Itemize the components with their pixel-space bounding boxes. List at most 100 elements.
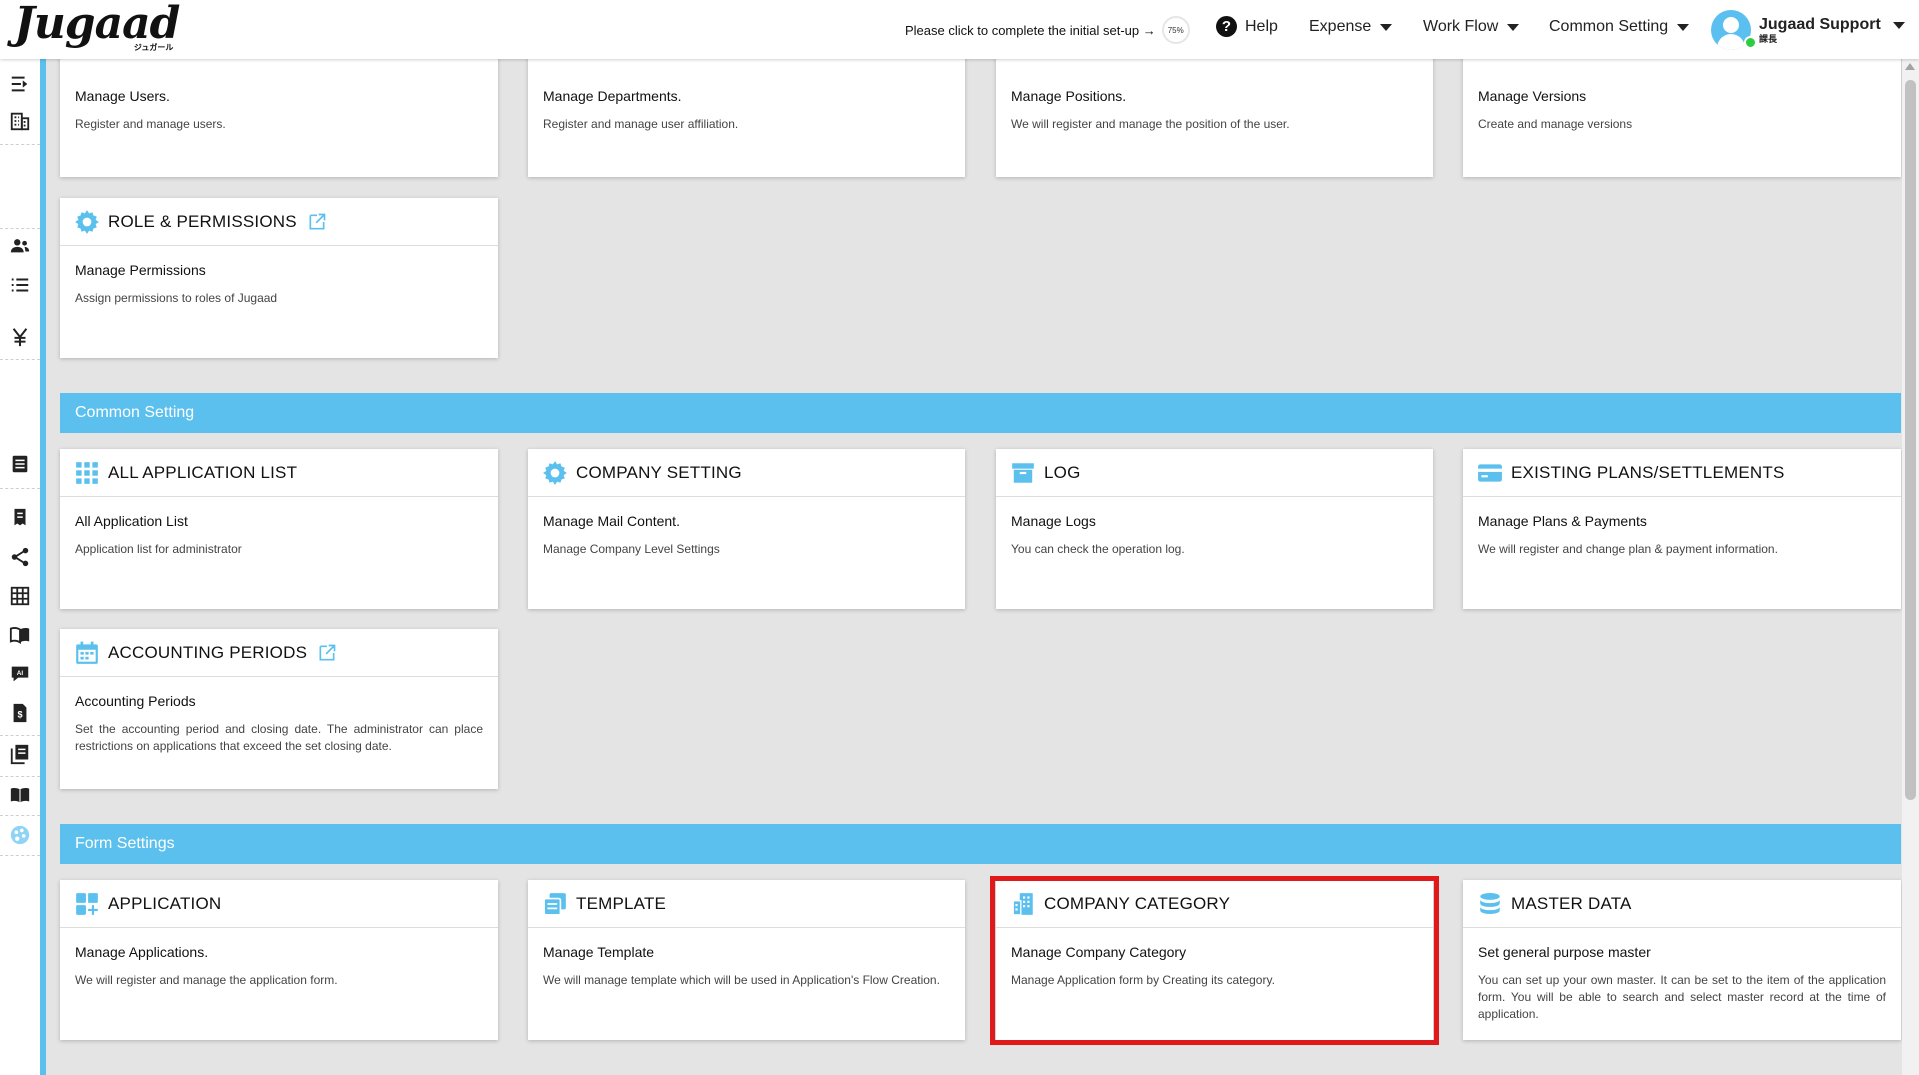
grid-icon: [74, 460, 100, 486]
scrollbar-thumb[interactable]: [1905, 80, 1916, 800]
user-name: Jugaad Support: [1759, 15, 1881, 33]
setup-progress: 75%: [1161, 16, 1190, 44]
card-description: Application list for administrator: [75, 542, 242, 556]
invoice-icon[interactable]: $: [0, 698, 40, 728]
initial-setup-link[interactable]: Please click to complete the initial set…: [905, 16, 1190, 44]
archive-icon: [1010, 460, 1036, 486]
card-description: Register and manage users.: [75, 117, 226, 131]
top-bar: Jugaad ジュガール Please click to complete th…: [0, 0, 1919, 59]
card-description: Set the accounting period and closing da…: [75, 722, 483, 753]
book-icon[interactable]: [0, 620, 40, 650]
card-title: APPLICATION: [108, 893, 222, 913]
card-description: Create and manage versions: [1478, 117, 1633, 131]
application-card[interactable]: APPLICATION Manage Applications. We will…: [60, 880, 498, 1040]
template-card[interactable]: TEMPLATE Manage Template We will manage …: [528, 880, 965, 1040]
gear-icon: [542, 460, 568, 486]
card-description: We will manage template which will be us…: [543, 973, 940, 987]
common-setting-menu[interactable]: Common Setting: [1549, 18, 1690, 36]
card-description: Register and manage user affiliation.: [543, 117, 739, 131]
common-setting-section-header: Common Setting: [60, 393, 1901, 433]
card-subtitle: Manage Company Category: [1011, 944, 1187, 960]
credit-card-icon: [1477, 460, 1503, 486]
list-icon[interactable]: [0, 270, 40, 300]
card-title: ALL APPLICATION LIST: [108, 462, 298, 482]
user-menu[interactable]: Jugaad Support 課長: [1711, 10, 1905, 50]
palette-icon[interactable]: [0, 820, 40, 850]
logo[interactable]: Jugaad ジュガール: [14, 0, 180, 53]
card-description: Manage Application form by Creating its …: [1011, 973, 1275, 987]
table-icon[interactable]: [0, 581, 40, 611]
card-description: Manage Company Level Settings: [543, 542, 720, 556]
card-description: You can check the operation log.: [1011, 542, 1185, 556]
card-subtitle: Accounting Periods: [75, 693, 196, 709]
expense-menu[interactable]: Expense: [1309, 18, 1393, 36]
manual-icon[interactable]: [0, 780, 40, 810]
company-category-card[interactable]: COMPANY CATEGORY Manage Company Category…: [996, 880, 1433, 1040]
card-title: COMPANY SETTING: [576, 462, 742, 482]
expense-menu-label: Expense: [1309, 18, 1372, 35]
card-subtitle: Manage Users.: [75, 88, 170, 104]
database-icon: [1477, 891, 1503, 917]
help-label: Help: [1245, 17, 1278, 35]
receipt-icon[interactable]: [0, 503, 40, 533]
accounting-periods-card[interactable]: ACCOUNTING PERIODS Accounting Periods Se…: [60, 629, 498, 789]
manage-departments-card[interactable]: Manage Departments. Register and manage …: [528, 52, 965, 177]
caret-down-icon: [1380, 23, 1393, 31]
document-icon[interactable]: [0, 449, 40, 479]
ai-chat-icon[interactable]: AI: [0, 659, 40, 689]
manage-positions-card[interactable]: Manage Positions. We will register and m…: [996, 52, 1433, 177]
svg-text:AI: AI: [17, 670, 24, 677]
card-description: We will register and manage the position…: [1011, 117, 1290, 131]
sidebar: AI $: [0, 59, 40, 1075]
indent-icon[interactable]: [0, 69, 40, 99]
external-link-icon[interactable]: [307, 212, 327, 232]
external-link-icon[interactable]: [317, 643, 337, 663]
log-card[interactable]: LOG Manage Logs You can check the operat…: [996, 449, 1433, 609]
card-subtitle: Manage Applications.: [75, 944, 209, 960]
card-description: We will register and change plan & payme…: [1478, 542, 1778, 556]
yen-icon[interactable]: [0, 322, 40, 352]
help-button[interactable]: ? Help: [1216, 16, 1278, 37]
master-data-card[interactable]: MASTER DATA Set general purpose master Y…: [1463, 880, 1901, 1040]
all-application-list-card[interactable]: ALL APPLICATION LIST All Application Lis…: [60, 449, 498, 609]
card-title: LOG: [1044, 462, 1081, 482]
card-subtitle: Manage Template: [543, 944, 655, 960]
workflow-menu[interactable]: Work Flow: [1423, 18, 1520, 36]
users-icon[interactable]: [0, 231, 40, 261]
share-icon[interactable]: [0, 542, 40, 572]
sidebar-accent-bar: [40, 59, 46, 1075]
role-permissions-card[interactable]: ROLE & PERMISSIONS Manage Permissions As…: [60, 198, 498, 358]
card-subtitle: Manage Permissions: [75, 262, 206, 278]
template-icon: [542, 891, 568, 917]
card-subtitle: Manage Positions.: [1011, 88, 1127, 104]
card-subtitle: Manage Versions: [1478, 88, 1587, 104]
card-subtitle: Manage Departments.: [543, 88, 682, 104]
help-icon: ?: [1216, 16, 1237, 37]
logo-text: Jugaad: [14, 0, 180, 49]
existing-plans-card[interactable]: EXISTING PLANS/SETTLEMENTS Manage Plans …: [1463, 449, 1901, 609]
logo-subtext: ジュガール: [133, 43, 174, 52]
manage-versions-card[interactable]: Manage Versions Create and manage versio…: [1463, 52, 1901, 177]
building-icon[interactable]: [0, 106, 40, 136]
setup-text: Please click to complete the initial set…: [905, 22, 1156, 38]
caret-down-icon: [1507, 23, 1520, 31]
calendar-icon: [74, 640, 100, 666]
online-status-icon: [1744, 36, 1757, 49]
caret-down-icon: [1677, 23, 1690, 31]
card-title: MASTER DATA: [1511, 893, 1632, 913]
library-icon[interactable]: [0, 739, 40, 769]
card-subtitle: All Application List: [75, 513, 188, 529]
card-title: ACCOUNTING PERIODS: [108, 642, 308, 662]
card-description: You can set up your own master. It can b…: [1478, 973, 1886, 1021]
company-setting-card[interactable]: COMPANY SETTING Manage Mail Content. Man…: [528, 449, 965, 609]
add-application-icon: [74, 891, 100, 917]
card-description: We will register and manage the applicat…: [75, 973, 338, 987]
card-subtitle: Set general purpose master: [1478, 944, 1651, 960]
manage-users-card[interactable]: Manage Users. Register and manage users.: [60, 52, 498, 177]
workflow-menu-label: Work Flow: [1423, 18, 1499, 35]
card-description: Assign permissions to roles of Jugaad: [75, 291, 278, 305]
card-title: COMPANY CATEGORY: [1044, 893, 1231, 913]
scroll-up-arrow-icon[interactable]: [1905, 63, 1915, 70]
card-title: EXISTING PLANS/SETTLEMENTS: [1511, 462, 1785, 482]
card-subtitle: Manage Logs: [1011, 513, 1096, 529]
